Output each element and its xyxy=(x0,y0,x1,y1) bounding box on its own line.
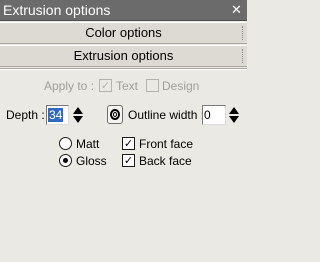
outline-ring-button[interactable] xyxy=(107,105,123,124)
back-face-checkbox[interactable]: ✓ xyxy=(122,154,135,167)
matt-label: Matt xyxy=(76,137,100,151)
apply-design-label: Design xyxy=(162,79,200,93)
grip-icon xyxy=(242,26,244,40)
color-options-header[interactable]: Color options xyxy=(0,22,247,44)
apply-design-checkbox[interactable] xyxy=(146,79,159,92)
grip-icon xyxy=(242,49,244,63)
outline-width-label: Outline width : xyxy=(128,108,205,122)
front-face-checkbox[interactable]: ✓ xyxy=(122,137,135,150)
apply-text-checkbox[interactable]: ✓ xyxy=(99,79,112,92)
close-icon[interactable]: ✕ xyxy=(229,3,244,18)
extrusion-options-header[interactable]: Extrusion options xyxy=(0,45,247,67)
radio-selected-dot xyxy=(63,158,68,163)
apply-text-label: Text xyxy=(116,79,139,93)
window-titlebar: Extrusion options ✕ xyxy=(0,0,247,21)
depth-stepper[interactable] xyxy=(73,105,84,125)
front-face-label: Front face xyxy=(139,137,194,151)
extrusion-options-label: Extrusion options xyxy=(73,48,174,63)
outline-ring-inner-icon xyxy=(113,112,117,117)
stepper-down-icon[interactable] xyxy=(73,116,83,123)
stepper-up-icon[interactable] xyxy=(73,107,83,114)
stepper-down-icon[interactable] xyxy=(229,116,239,123)
gloss-radio[interactable] xyxy=(59,154,72,167)
gloss-label: Gloss xyxy=(76,154,107,168)
matt-radio[interactable] xyxy=(59,137,72,150)
stepper-up-icon[interactable] xyxy=(229,107,239,114)
outline-width-input[interactable]: 0 xyxy=(202,105,226,125)
depth-value: 34 xyxy=(48,108,64,122)
depth-label: Depth : xyxy=(6,108,45,122)
window-title: Extrusion options xyxy=(3,2,111,18)
outline-width-value: 0 xyxy=(204,108,211,122)
panel-divider xyxy=(0,68,247,70)
apply-to-label: Apply to : xyxy=(44,79,95,93)
back-face-label: Back face xyxy=(139,154,192,168)
depth-input[interactable]: 34 xyxy=(46,105,69,125)
color-options-label: Color options xyxy=(85,25,162,40)
outline-width-stepper[interactable] xyxy=(229,105,240,125)
